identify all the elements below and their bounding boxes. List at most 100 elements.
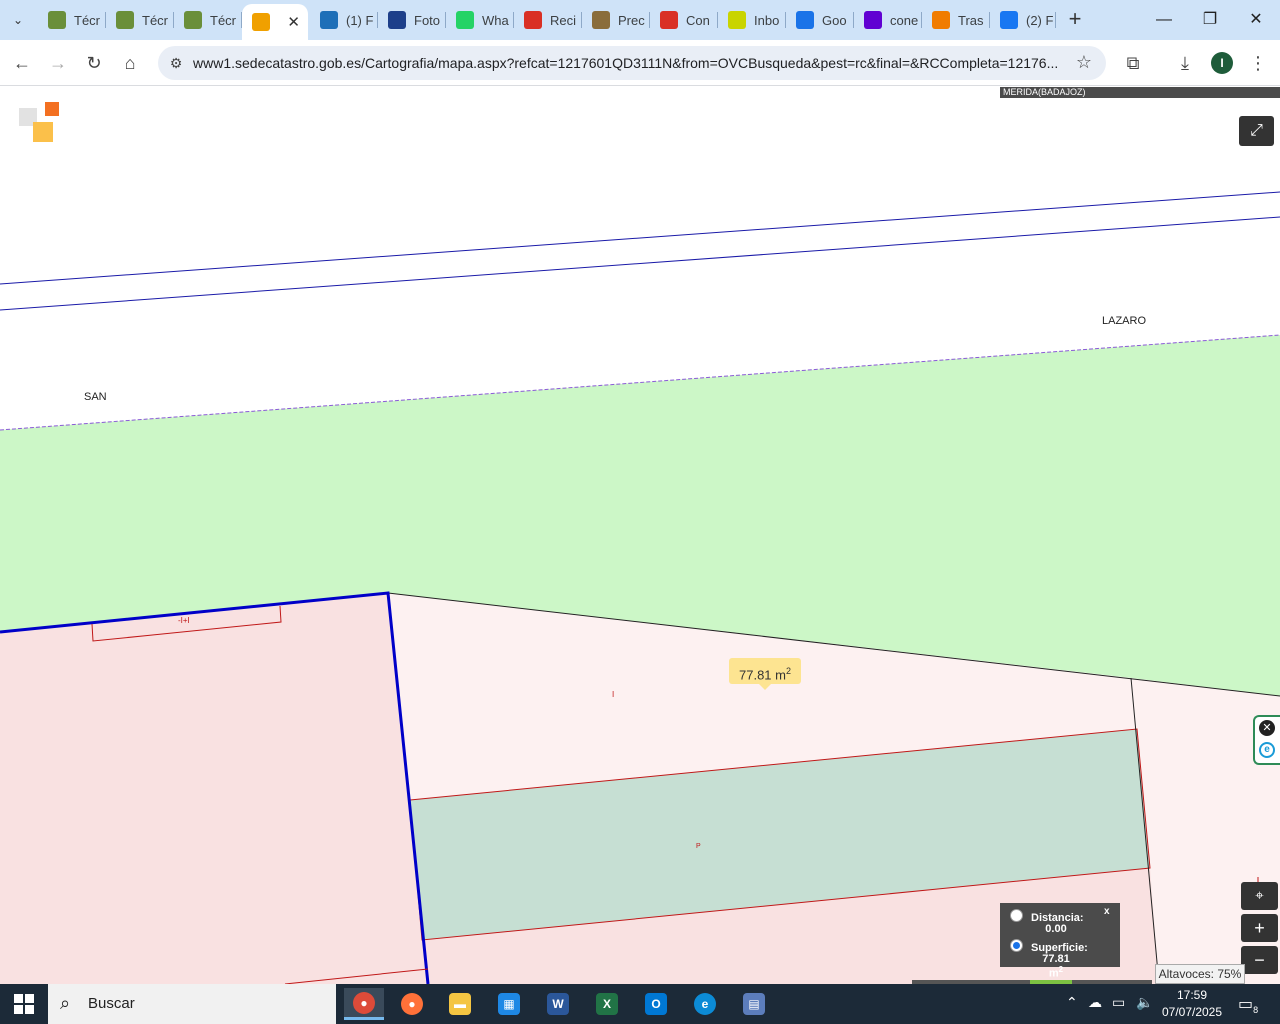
measure-close-button[interactable]: x <box>1104 906 1110 917</box>
surface-value: 77.81 m <box>1042 953 1070 980</box>
area-tooltip: 77.81 m2 <box>729 658 801 690</box>
system-clock[interactable]: 17:59 07/07/2025 <box>1160 987 1224 1021</box>
close-tab-icon[interactable]: ✕ <box>287 13 300 31</box>
back-button[interactable]: ← <box>8 49 36 77</box>
parcel-small-label: P <box>696 843 701 850</box>
browser-tab[interactable]: Inbo <box>718 6 786 34</box>
area-tooltip-exponent: 2 <box>785 666 791 676</box>
browser-tab[interactable]: Reci <box>514 6 582 34</box>
browser-tab[interactable]: (2) F <box>990 6 1056 34</box>
municipality-label: MERIDA(BADAJOZ) <box>1000 87 1280 98</box>
close-icon[interactable]: ✕ <box>1259 720 1275 736</box>
yahoo-icon <box>864 11 882 29</box>
tab-label: Reci <box>550 12 577 28</box>
bookmark-star-icon[interactable]: ☆ <box>1076 52 1092 73</box>
minimize-button[interactable]: — <box>1141 6 1187 34</box>
firefox-icon[interactable]: ● <box>392 988 432 1020</box>
profile-avatar[interactable]: I <box>1211 52 1233 74</box>
tab-label: Foto <box>414 12 441 28</box>
fullscreen-button[interactable]: ⤢ <box>1239 116 1274 146</box>
browser-tab[interactable]: Técr <box>106 6 174 34</box>
clock-date: 07/07/2025 <box>1161 1005 1223 1019</box>
browser-tab[interactable]: Tras <box>922 6 990 34</box>
address-bar[interactable]: ⚙ www1.sedecatastro.gob.es/Cartografia/m… <box>158 46 1106 80</box>
gmail-icon <box>660 11 678 29</box>
url-text[interactable]: www1.sedecatastro.gob.es/Cartografia/map… <box>193 55 1063 71</box>
whatsapp-icon <box>456 11 474 29</box>
tab-label: Técr <box>210 12 236 28</box>
parcel-small-label: I <box>612 690 615 699</box>
tab-search-button[interactable]: ⌄ <box>6 8 30 32</box>
downloads-icon[interactable]: ⤓ <box>1171 49 1199 77</box>
windows-start-icon[interactable] <box>14 994 34 1014</box>
browser-tab[interactable]: Técr <box>38 6 106 34</box>
browser-tab[interactable]: Goo <box>786 6 854 34</box>
street-label-lazaro: LAZARO <box>1102 315 1147 327</box>
document-icon <box>592 11 610 29</box>
tab-label: cone <box>890 12 919 28</box>
browser-tab[interactable]: Con <box>650 6 718 34</box>
forward-button[interactable]: → <box>44 49 72 77</box>
edge-icon[interactable]: e <box>685 988 725 1020</box>
browser-tab[interactable]: Prec <box>582 6 650 34</box>
street-line-2 <box>0 216 1280 311</box>
tab-label: (1) F <box>346 12 374 28</box>
notification-center-icon[interactable]: ▭8 <box>1238 994 1258 1015</box>
pro-icon <box>388 11 406 29</box>
surface-radio[interactable] <box>1010 939 1023 952</box>
facebook-icon <box>1000 11 1018 29</box>
locate-button[interactable]: ⌖ <box>1241 882 1278 910</box>
tab-strip: ⌄ Técr Técr Técr ✕ (1) F Foto Wha Reci Prec Con In… <box>0 0 1280 40</box>
info-e-icon[interactable]: e <box>1259 742 1275 758</box>
measure-panel: Distancia: 0.00 Superficie: 77.81 m2 x <box>1000 903 1120 980</box>
chrome-icon[interactable]: ● <box>344 988 384 1020</box>
taskbar-search[interactable]: ⌕ Buscar <box>48 984 336 1024</box>
zoom-out-button[interactable]: − <box>1241 946 1278 974</box>
browser-tab[interactable]: Foto <box>378 6 446 34</box>
extensions-icon[interactable]: ⧉ <box>1119 49 1147 77</box>
cadastral-map[interactable]: MERIDA(BADAJOZ) ⤢ SAN LAZARO -I+I I P 77… <box>0 87 1280 984</box>
sede-catastro-icon <box>252 13 270 31</box>
reload-button[interactable]: ↻ <box>80 49 108 77</box>
browser-toolbar: ← → ↻ ⌂ ⚙ www1.sedecatastro.gob.es/Carto… <box>0 40 1280 86</box>
surface-exponent: 2 <box>1058 965 1064 974</box>
store-icon[interactable]: ▦ <box>489 988 529 1020</box>
show-hidden-icons[interactable]: ⌃ <box>1066 994 1078 1011</box>
volume-icon[interactable]: 🔈 <box>1136 994 1153 1011</box>
onedrive-icon[interactable]: ☁ <box>1088 994 1102 1011</box>
idealista-icon <box>728 11 746 29</box>
browser-tab[interactable]: Wha <box>446 6 514 34</box>
parcel-left[interactable] <box>0 593 428 984</box>
home-icon[interactable]: ⌂ <box>116 49 144 77</box>
zoom-in-button[interactable]: + <box>1241 914 1278 942</box>
calculator-icon[interactable]: ▤ <box>734 988 774 1020</box>
new-tab-button[interactable]: + <box>1062 8 1088 32</box>
outlook-icon[interactable]: O <box>636 988 676 1020</box>
side-panel-toggle[interactable]: ✕ e <box>1253 715 1280 765</box>
distance-value: 0.00 <box>1045 923 1067 935</box>
browser-tab[interactable]: cone <box>854 6 922 34</box>
catastro-tab-icon <box>48 11 66 29</box>
menu-icon[interactable]: ⋮ <box>1244 49 1272 77</box>
excel-icon[interactable]: X <box>587 988 627 1020</box>
tab-label: Goo <box>822 12 847 28</box>
file-explorer-icon[interactable]: ▬ <box>440 988 480 1020</box>
word-icon[interactable]: W <box>538 988 578 1020</box>
search-icon: ⌕ <box>60 993 71 1013</box>
map-canvas[interactable] <box>0 87 1280 984</box>
parcel-marker: -I+I <box>178 616 190 625</box>
browser-tab[interactable]: (1) F <box>310 6 378 34</box>
browser-tab[interactable]: Técr <box>174 6 242 34</box>
tab-label: Wha <box>482 12 509 28</box>
site-info-icon[interactable]: ⚙ <box>166 53 186 73</box>
notification-count: 8 <box>1253 1005 1259 1016</box>
tab-label: Técr <box>74 12 100 28</box>
catastro-logo <box>19 102 61 142</box>
browser-tab[interactable]: ✕ <box>242 4 308 40</box>
network-icon[interactable]: ▭ <box>1112 994 1125 1011</box>
rtve-icon <box>932 11 950 29</box>
restore-button[interactable]: ❐ <box>1187 6 1233 34</box>
tab-label: Técr <box>142 12 168 28</box>
close-window-button[interactable]: ✕ <box>1233 6 1279 34</box>
distance-radio[interactable] <box>1010 909 1023 922</box>
